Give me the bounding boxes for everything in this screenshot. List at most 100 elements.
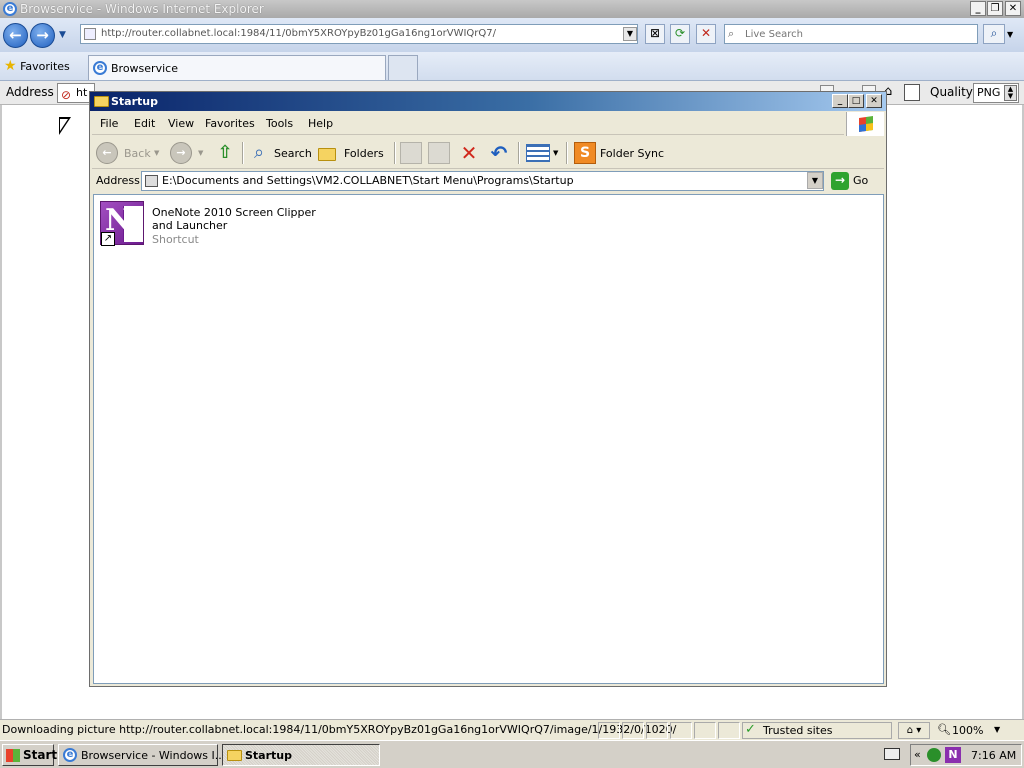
address-field[interactable]: E:\Documents and Settings\VM2.COLLABNET\… xyxy=(141,171,824,191)
clock[interactable]: 7:16 AM xyxy=(971,749,1016,762)
search-options-icon[interactable]: ▼ xyxy=(1007,30,1013,39)
network-icon[interactable] xyxy=(927,748,941,762)
keyboard-icon[interactable] xyxy=(884,748,900,760)
explorer-address-bar: Address E:\Documents and Settings\VM2.CO… xyxy=(92,170,884,192)
menu-help[interactable]: Help xyxy=(308,117,333,130)
folders-label[interactable]: Folders xyxy=(344,147,384,160)
onenote-tray-icon[interactable]: N xyxy=(945,747,961,763)
ie-navigation-bar: ← → ▼ http://router.collabnet.local:1984… xyxy=(0,18,1024,52)
file-list-area[interactable]: N ↗ OneNote 2010 Screen Clipper and Laun… xyxy=(93,194,884,684)
tab-browservice[interactable]: e Browservice xyxy=(88,55,386,80)
shortcut-arrow-icon: ↗ xyxy=(101,232,115,246)
close-icon[interactable]: ✕ xyxy=(1005,1,1021,16)
quality-select[interactable]: PNG ▲ ▼ xyxy=(973,83,1019,103)
undo-icon[interactable]: ↶ xyxy=(488,142,510,164)
search-glass-icon: ⌕ xyxy=(728,27,735,40)
file-item[interactable]: N ↗ OneNote 2010 Screen Clipper and Laun… xyxy=(100,201,320,251)
explorer-window: Startup _ □ ✕ File Edit View Favorites T… xyxy=(89,91,887,687)
live-search-input[interactable] xyxy=(743,26,973,42)
file-name: OneNote 2010 Screen Clipper and Launcher xyxy=(152,206,316,232)
zoom-value: 100% xyxy=(952,724,984,737)
start-logo-icon xyxy=(6,749,20,762)
new-tab-button[interactable] xyxy=(388,55,418,80)
security-zone-label: Trusted sites xyxy=(763,724,833,737)
system-tray: « N 7:16 AM xyxy=(910,744,1022,766)
explorer-menu-bar: File Edit View Favorites Tools Help xyxy=(92,113,844,135)
compatibility-view-icon[interactable]: ⊠ xyxy=(645,24,665,44)
url-dropdown-icon[interactable]: ▼ xyxy=(623,27,637,41)
taskbar-item-label: Startup xyxy=(245,749,292,762)
status-cell xyxy=(670,722,692,739)
address-path: E:\Documents and Settings\VM2.COLLABNET\… xyxy=(162,174,574,187)
back-arrow-icon[interactable]: ← xyxy=(3,23,28,48)
menu-view[interactable]: View xyxy=(168,117,194,130)
status-cell xyxy=(622,722,644,739)
favorites-label: Favorites xyxy=(20,60,70,73)
views-dropdown-icon[interactable]: ▼ xyxy=(553,149,558,157)
explorer-maximize-icon[interactable]: □ xyxy=(848,94,864,108)
go-arrow-icon: → xyxy=(831,172,849,190)
minimize-icon[interactable]: _ xyxy=(970,1,986,16)
inner-address-label: Address xyxy=(6,85,54,99)
security-zone[interactable]: ✓ Trusted sites xyxy=(742,722,892,739)
start-button[interactable]: Start xyxy=(2,744,57,766)
menu-edit[interactable]: Edit xyxy=(134,117,155,130)
stop-icon[interactable]: ✕ xyxy=(696,24,716,44)
forward-arrow-icon[interactable]: → xyxy=(30,23,55,48)
search-button-icon[interactable]: ⌕ xyxy=(983,24,1005,44)
copy-to-icon[interactable] xyxy=(428,142,450,164)
explorer-close-icon[interactable]: ✕ xyxy=(866,94,882,108)
address-label: Address xyxy=(96,174,140,187)
zoom-dropdown-icon[interactable]: ▼ xyxy=(994,725,1000,734)
clipboard-icon[interactable] xyxy=(904,84,920,101)
restore-icon[interactable]: ❐ xyxy=(987,1,1003,16)
go-label: Go xyxy=(853,174,869,187)
folder-icon xyxy=(94,96,109,107)
favorites-button[interactable]: ★ Favorites xyxy=(4,58,70,74)
status-cell xyxy=(646,722,668,739)
taskbar-item-startup[interactable]: Startup xyxy=(222,744,380,766)
explorer-title-bar[interactable]: Startup _ □ ✕ xyxy=(90,92,886,111)
folder-sync-icon[interactable]: S xyxy=(574,142,596,164)
views-icon[interactable] xyxy=(526,144,550,162)
toolbar-separator xyxy=(394,142,396,164)
inner-address-value: ht xyxy=(76,86,88,99)
address-dropdown-icon[interactable]: ▼ xyxy=(807,172,823,189)
no-security-icon: ⊘ xyxy=(61,88,72,102)
tab-label: Browservice xyxy=(111,62,178,75)
back-icon[interactable]: ← xyxy=(96,142,118,164)
folder-sync-label[interactable]: Folder Sync xyxy=(600,147,664,160)
ie-window-title: Browservice - Windows Internet Explorer xyxy=(20,2,264,16)
status-text: Downloading picture http://router.collab… xyxy=(2,723,677,736)
go-button[interactable]: → Go xyxy=(829,171,881,191)
menu-file[interactable]: File xyxy=(100,117,118,130)
search-label[interactable]: Search xyxy=(274,147,312,160)
ie-logo-icon: e xyxy=(3,2,17,16)
explorer-title: Startup xyxy=(111,95,158,108)
url-field[interactable]: http://router.collabnet.local:1984/11/0b… xyxy=(80,24,638,44)
explorer-minimize-icon[interactable]: _ xyxy=(832,94,848,108)
back-dropdown-icon[interactable]: ▼ xyxy=(154,149,159,157)
menu-favorites[interactable]: Favorites xyxy=(205,117,255,130)
menu-tools[interactable]: Tools xyxy=(266,117,293,130)
search-field[interactable]: ⌕ xyxy=(724,24,978,44)
forward-icon[interactable]: → xyxy=(170,142,192,164)
back-label[interactable]: Back xyxy=(124,147,151,160)
search-icon[interactable]: ⌕ xyxy=(248,142,270,164)
tray-expand-icon[interactable]: « xyxy=(914,748,921,761)
history-dropdown-icon[interactable]: ▼ xyxy=(59,30,66,40)
move-to-icon[interactable] xyxy=(400,142,422,164)
protected-mode-icon[interactable]: ⌂ ▾ xyxy=(898,722,930,739)
zoom-control[interactable]: 🔍︎ 100% ▼ xyxy=(934,722,1020,739)
forward-dropdown-icon[interactable]: ▼ xyxy=(198,149,203,157)
folders-icon[interactable] xyxy=(318,148,336,161)
refresh-icon[interactable]: ⟳ xyxy=(670,24,690,44)
delete-icon[interactable]: ✕ xyxy=(458,142,480,164)
trusted-check-icon: ✓ xyxy=(745,722,756,737)
quality-spinner-icon[interactable]: ▲ ▼ xyxy=(1004,85,1017,101)
up-folder-icon[interactable]: ⇧ xyxy=(214,142,236,164)
taskbar-ie-icon: e xyxy=(63,748,77,762)
taskbar-item-ie[interactable]: e Browservice - Windows I... xyxy=(58,744,225,766)
ie-status-bar: Downloading picture http://router.collab… xyxy=(0,719,1024,740)
status-cell xyxy=(718,722,740,739)
